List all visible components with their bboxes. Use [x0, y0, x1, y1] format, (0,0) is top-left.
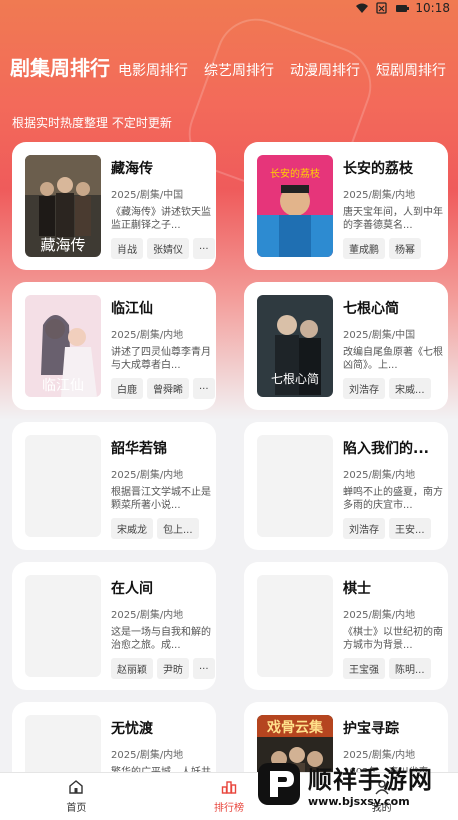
actor-chip[interactable]: ... [193, 238, 215, 259]
card-meta: 2025/剧集/内地 [111, 330, 184, 341]
drama-card[interactable]: 七根心简 七根心简 2025/剧集/中国 改编自尾鱼原著《七根凶简》。上... … [244, 282, 448, 410]
poster-title-text: 藏海传 [40, 236, 85, 254]
poster-title-text: 戏骨云集 [266, 719, 324, 736]
card-title: 在人间 [111, 581, 153, 597]
actor-chip[interactable]: ... [193, 658, 215, 679]
actor-chip[interactable]: ... [193, 378, 215, 399]
poster-placeholder [25, 575, 101, 677]
card-description: 《藏海传》讲述钦天监监正蒯铎之子... [111, 207, 211, 231]
status-bar: 10:18 [0, 0, 458, 16]
card-description: 根据晋江文学城不止是颗菜所著小说... [111, 487, 211, 511]
tab-variety-weekly[interactable]: 综艺周排行 [204, 60, 290, 80]
poster-image: 临江仙 [25, 295, 101, 397]
card-title: 陷入我们的... [343, 441, 429, 457]
card-title: 临江仙 [111, 301, 153, 317]
poster-placeholder [25, 435, 101, 537]
card-meta: 2025/剧集/中国 [111, 190, 184, 201]
actor-chip[interactable]: 王安... [389, 518, 431, 539]
drama-card[interactable]: 在人间 2025/剧集/内地 这是一场与自我和解的治愈之旅。成... 赵丽颖 尹… [12, 562, 216, 690]
actor-chip[interactable]: 白鹿 [111, 378, 143, 399]
tab-movie-weekly[interactable]: 电影周排行 [118, 60, 204, 80]
nav-home-label: 首页 [66, 803, 87, 814]
card-title: 韶华若锦 [111, 441, 167, 457]
actor-chip[interactable]: 曾舜晞 [147, 378, 189, 399]
poster-title-text: 七根心简 [271, 372, 319, 386]
actor-chip[interactable]: 尹昉 [157, 658, 189, 679]
nav-ranking-label: 排行榜 [213, 803, 244, 814]
drama-card[interactable]: 藏海传 藏海传 2025/剧集/中国 《藏海传》讲述钦天监监正蒯铎之子... 肖… [12, 142, 216, 270]
card-title: 棋士 [343, 581, 371, 597]
nav-ranking[interactable]: 排行榜 [189, 779, 269, 814]
profile-icon [375, 780, 389, 795]
nav-home[interactable]: 首页 [36, 779, 116, 814]
card-description: 唐天宝年间，人到中年的李善德莫名... [343, 207, 443, 231]
card-description: 讲述了四灵仙尊李青月与大成尊者白... [111, 347, 211, 371]
card-title: 七根心简 [343, 301, 399, 317]
card-meta: 2025/剧集/内地 [343, 610, 416, 621]
card-description: 改编自尾鱼原著《七根凶简》。上... [343, 347, 443, 371]
poster-lin-jiang-xian: 临江仙 [25, 295, 101, 397]
card-meta: 2025/剧集/内地 [111, 470, 184, 481]
actor-chip[interactable]: 杨幂 [389, 238, 421, 259]
card-description: 《棋士》以世纪初的南方城市为背景... [343, 627, 443, 651]
poster-placeholder [257, 435, 333, 537]
actor-chip[interactable]: 王宝强 [343, 658, 385, 679]
tab-short-drama-weekly[interactable]: 短剧周排行 [376, 60, 458, 80]
actor-chip[interactable]: 刘浩存 [343, 378, 385, 399]
poster-image: 七根心简 [257, 295, 333, 397]
actor-chip[interactable]: 赵丽颖 [111, 658, 153, 679]
actor-chip[interactable]: 董成鹏 [343, 238, 385, 259]
status-time: 10:18 [415, 1, 450, 15]
card-meta: 2025/剧集/内地 [343, 750, 416, 761]
actor-chip[interactable]: 张婧仪 [147, 238, 189, 259]
tab-anime-weekly[interactable]: 动漫周排行 [290, 60, 376, 80]
ranking-icon [221, 781, 237, 794]
bottom-navigation: 首页 排行榜 我的 [0, 772, 458, 820]
actor-chip[interactable]: 刘浩存 [343, 518, 385, 539]
actor-chip[interactable]: 宋威龙 [111, 518, 153, 539]
poster-chang-an-de-li-zhi: 长安的荔枝 [257, 155, 333, 257]
card-description: 蝉鸣不止的盛夏，南方多雨的庆宜市... [343, 487, 443, 511]
card-meta: 2025/剧集/内地 [343, 190, 416, 201]
drama-card[interactable]: 陷入我们的... 2025/剧集/内地 蝉鸣不止的盛夏，南方多雨的庆宜市... … [244, 422, 448, 550]
wifi-icon [356, 3, 369, 13]
actor-chip[interactable]: 包上... [157, 518, 199, 539]
card-title: 无忧渡 [111, 721, 153, 737]
card-title: 长安的荔枝 [343, 161, 413, 177]
poster-title-text: 长安的荔枝 [270, 167, 320, 180]
actor-chip[interactable]: 肖战 [111, 238, 143, 259]
ranking-subtitle: 根据实时热度整理 不定时更新 [12, 116, 172, 130]
tab-tv-weekly[interactable]: 剧集周排行 [10, 52, 118, 81]
card-meta: 2025/剧集/内地 [111, 610, 184, 621]
actor-chip[interactable]: 陈明... [389, 658, 431, 679]
card-description: 这是一场与自我和解的治愈之旅。成... [111, 627, 211, 651]
poster-image: 藏海传 [25, 155, 101, 257]
actor-chip[interactable]: 宋威... [389, 378, 431, 399]
card-title: 藏海传 [111, 161, 153, 177]
poster-qi-gen-xin-jian: 七根心简 [257, 295, 333, 397]
poster-placeholder [257, 575, 333, 677]
nav-profile-label: 我的 [371, 803, 392, 814]
poster-title-text: 临江仙 [42, 378, 84, 394]
poster-image: 长安的荔枝 [257, 155, 333, 257]
drama-card[interactable]: 棋士 2025/剧集/内地 《棋士》以世纪初的南方城市为背景... 王宝强 陈明… [244, 562, 448, 690]
nav-profile[interactable]: 我的 [342, 779, 422, 814]
no-sim-icon [376, 2, 388, 14]
ranking-tabs: 剧集周排行 电影周排行 综艺周排行 动漫周排行 短剧周排行 [10, 52, 452, 81]
drama-card[interactable]: 长安的荔枝 长安的荔枝 2025/剧集/内地 唐天宝年间，人到中年的李善德莫名.… [244, 142, 448, 270]
card-meta: 2025/剧集/内地 [111, 750, 184, 761]
home-icon [69, 780, 84, 794]
battery-icon [396, 5, 410, 12]
card-meta: 2025/剧集/中国 [343, 330, 416, 341]
card-meta: 2025/剧集/内地 [343, 470, 416, 481]
card-title: 护宝寻踪 [343, 721, 399, 737]
poster-cang-hai-zhuan: 藏海传 [25, 155, 101, 257]
drama-card[interactable]: 韶华若锦 2025/剧集/内地 根据晋江文学城不止是颗菜所著小说... 宋威龙 … [12, 422, 216, 550]
drama-card[interactable]: 临江仙 临江仙 2025/剧集/内地 讲述了四灵仙尊李青月与大成尊者白... 白… [12, 282, 216, 410]
